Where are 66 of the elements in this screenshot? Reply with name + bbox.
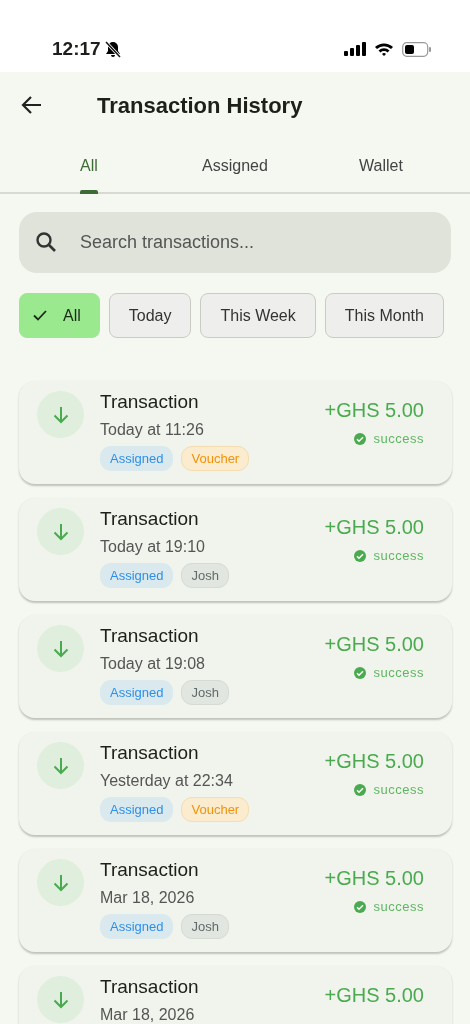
tag-label: Josh [181, 562, 229, 589]
check-circle-icon [353, 900, 366, 913]
amount: +GHS 5.00 [324, 398, 424, 423]
tag-label: Assigned [100, 679, 174, 706]
tag-label: Josh [181, 679, 229, 706]
wifi-icon [374, 42, 394, 56]
transaction-title: Transaction [100, 391, 200, 414]
down-arrow-icon [52, 990, 69, 1009]
transaction-card[interactable]: Transaction Today at 19:08 Assigned Josh +GHS 5.00 success [19, 615, 452, 718]
amount: +GHS 5.00 [324, 515, 424, 540]
down-arrow-icon [52, 522, 69, 541]
transaction-date: Mar 18, 2026 [100, 887, 196, 908]
transaction-title: Transaction [100, 976, 200, 999]
transaction-date: Today at 11:26 [100, 419, 205, 440]
transaction-card[interactable]: Transaction Mar 18, 2026 Assigned Josh +GHS 5.00 success [19, 849, 452, 952]
amount: +GHS 5.00 [324, 866, 424, 891]
down-arrow-icon [52, 405, 69, 424]
amount: +GHS 5.00 [324, 983, 424, 1008]
check-circle-icon [353, 666, 366, 679]
transaction-title: Transaction [100, 625, 200, 648]
tag-label: Josh [181, 913, 229, 940]
tag-label: Assigned [100, 796, 174, 823]
transaction-card[interactable]: Transaction Mar 18, 2026 +GHS 5.00 [19, 966, 452, 1024]
transaction-card[interactable]: Transaction Today at 11:26 Assigned Voucher +GHS 5.00 success [19, 381, 452, 484]
tag-label: Assigned [100, 445, 174, 472]
filter-chip[interactable]: All [19, 293, 100, 338]
transaction-title: Transaction [100, 859, 200, 882]
amount: +GHS 5.00 [324, 749, 424, 774]
search-field[interactable]: Search transactions... [19, 212, 451, 273]
down-arrow-icon [52, 639, 69, 658]
tab[interactable]: Assigned [162, 154, 308, 192]
tag-label: Assigned [100, 913, 174, 940]
transaction-date: Mar 18, 2026 [100, 1004, 196, 1024]
check-icon [33, 310, 47, 321]
filter-chip[interactable]: This Month [324, 293, 444, 338]
status-text: success [373, 781, 424, 799]
transaction-card[interactable]: Transaction Yesterday at 22:34 Assigned Voucher +GHS 5.00 success [19, 732, 452, 835]
filter-chip[interactable]: Today [108, 293, 192, 338]
page-title: Transaction History [97, 91, 303, 120]
signal-icon [344, 42, 366, 56]
transaction-card[interactable]: Transaction Today at 19:10 Assigned Josh +GHS 5.00 success [19, 498, 452, 601]
down-arrow-icon [52, 756, 69, 775]
transaction-date: Yesterday at 22:34 [100, 770, 234, 791]
status-text: success [373, 547, 424, 565]
transaction-date: Today at 19:10 [100, 536, 206, 557]
check-circle-icon [353, 549, 366, 562]
clock-time: 12:17 [52, 36, 101, 61]
transaction-date: Today at 19:08 [100, 653, 206, 674]
tab[interactable]: Wallet [308, 154, 454, 192]
amount: +GHS 5.00 [324, 632, 424, 657]
battery-icon [402, 41, 432, 57]
transaction-title: Transaction [100, 742, 200, 765]
status-text: success [373, 430, 424, 448]
status-text: success [373, 664, 424, 682]
tag-label: Voucher [181, 796, 250, 823]
filter-chip[interactable]: This Week [200, 293, 316, 338]
check-circle-icon [353, 783, 366, 796]
down-arrow-icon [52, 873, 69, 892]
check-circle-icon [353, 432, 366, 445]
back-arrow-icon[interactable] [20, 95, 42, 115]
tab[interactable]: All [16, 154, 162, 192]
status-text: success [373, 898, 424, 916]
tag-label: Assigned [100, 562, 174, 589]
transaction-title: Transaction [100, 508, 200, 531]
tag-label: Voucher [181, 445, 250, 472]
search-icon [35, 231, 57, 253]
